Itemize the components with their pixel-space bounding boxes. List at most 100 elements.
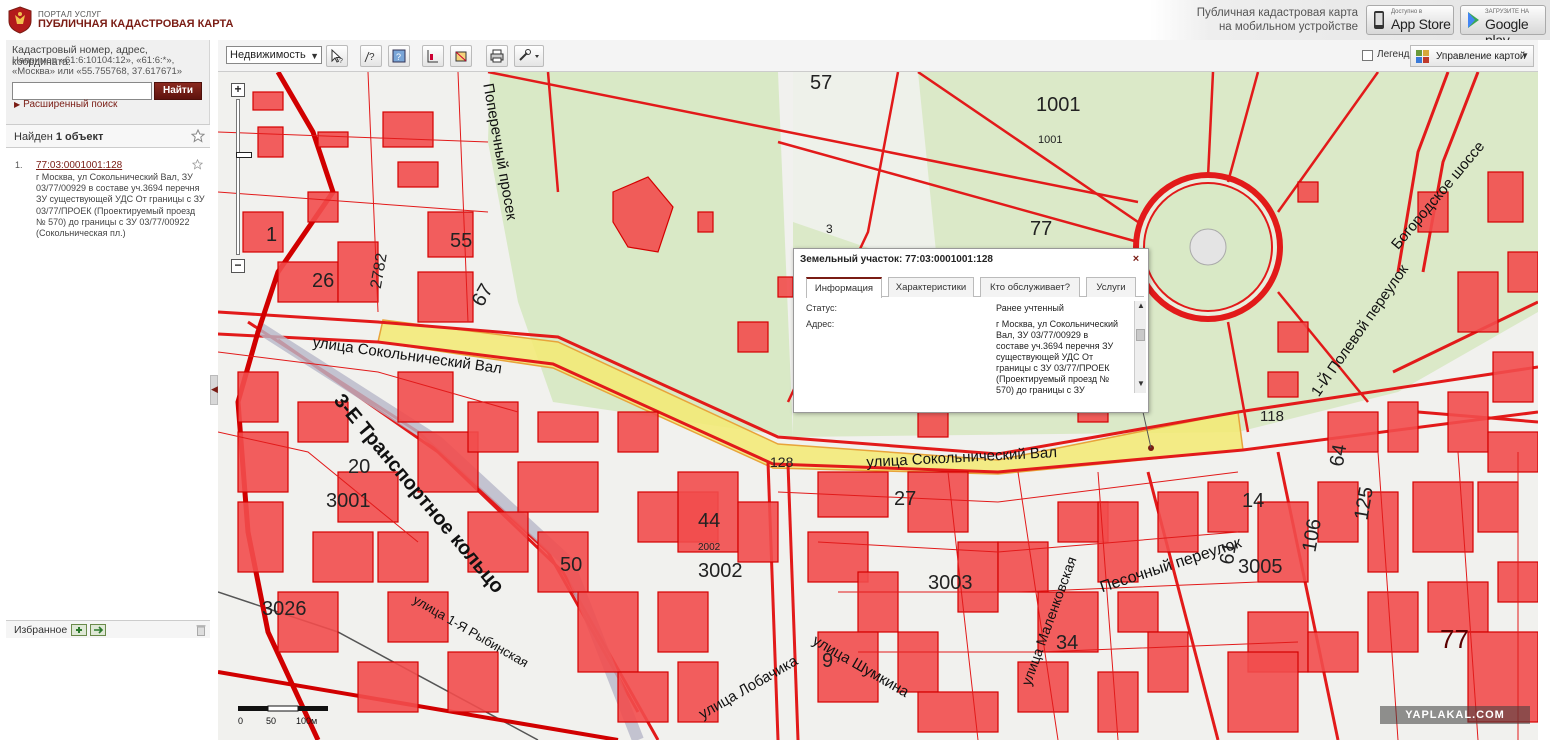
popup-title: Земельный участок: 77:03:0001001:128 xyxy=(800,254,993,265)
appstore-label: App Store xyxy=(1391,16,1451,32)
legend-checkbox[interactable] xyxy=(1362,50,1373,61)
parcel-label: 64 xyxy=(1325,442,1352,469)
svg-text:?: ? xyxy=(396,52,401,62)
status-key: Статус: xyxy=(806,303,837,313)
query-area-button[interactable]: ? xyxy=(388,45,410,67)
chevron-down-icon: ▼ xyxy=(1521,51,1529,60)
tab-services[interactable]: Услуги xyxy=(1086,277,1136,297)
block-number: 3 xyxy=(826,222,833,236)
link-button[interactable] xyxy=(514,45,544,67)
parcel-label: 50 xyxy=(560,554,583,576)
chevron-up-icon[interactable]: ▲ xyxy=(1137,301,1145,310)
favorites-export-icon[interactable] xyxy=(90,624,106,636)
block-number: 3001 xyxy=(326,490,371,512)
parcel-label: 1 xyxy=(266,224,278,246)
star-icon[interactable] xyxy=(191,129,205,143)
block-number: 77 xyxy=(1440,624,1469,654)
favorites-area xyxy=(6,638,210,744)
appstore-button[interactable]: Доступно в App Store xyxy=(1366,5,1454,35)
chevron-down-icon: ▼ xyxy=(310,51,319,61)
map-canvas[interactable]: улица Сокольнический Вал улица Сокольнич… xyxy=(218,72,1538,740)
results-list: 1. 77:03:0001001:128 г Москва, ул Соколь… xyxy=(6,148,210,620)
phone-icon xyxy=(1374,11,1384,29)
site-title[interactable]: ПУБЛИЧНАЯ КАДАСТРОВАЯ КАРТА xyxy=(38,18,233,30)
layer-select[interactable]: Недвижимость ▼ xyxy=(226,46,322,64)
roundabout-center xyxy=(1189,228,1227,266)
coat-of-arms-logo[interactable] xyxy=(6,6,34,34)
appstore-small-label: Доступно в xyxy=(1391,9,1423,15)
query-point-button[interactable]: ? xyxy=(360,45,382,67)
scale-ruler xyxy=(238,705,328,712)
triangle-right-icon: ▶ xyxy=(14,100,21,109)
svg-text:?: ? xyxy=(369,52,375,63)
star-icon[interactable] xyxy=(192,159,203,170)
zoom-in-button[interactable]: + xyxy=(231,83,245,97)
trash-icon[interactable] xyxy=(196,624,206,636)
svg-text:?: ? xyxy=(339,58,343,64)
popup-scrollbar[interactable]: ▲ ▼ xyxy=(1134,301,1146,393)
popup-body: Статус: Ранее учтенный Адрес: г Москва, … xyxy=(806,299,1136,405)
parcel-label: 118 xyxy=(1260,408,1284,425)
select-identify-button[interactable]: ? xyxy=(326,45,348,67)
parcel-label: 26 xyxy=(312,270,335,292)
zoom-slider-thumb[interactable] xyxy=(236,152,252,158)
play-icon xyxy=(1468,12,1479,28)
result-cadastral-link[interactable]: 77:03:0001001:128 xyxy=(36,160,122,171)
scale-label: 50 xyxy=(266,716,277,726)
scale-label: 100м xyxy=(296,716,318,726)
tab-information[interactable]: Информация xyxy=(806,277,882,298)
panel-collapse-handle[interactable]: ◀ xyxy=(210,375,218,405)
chevron-down-icon[interactable]: ▼ xyxy=(1137,379,1145,388)
parcel-label: 128 xyxy=(770,454,794,470)
parcel-label: 27 xyxy=(894,488,917,510)
advanced-search-link[interactable]: ▶ Расширенный поиск xyxy=(14,99,117,110)
block-number: 3003 xyxy=(928,572,973,594)
result-number: 1. xyxy=(15,160,23,170)
layer-select-value: Недвижимость xyxy=(230,49,306,61)
link-icon xyxy=(519,49,539,61)
close-icon[interactable]: × xyxy=(1130,253,1142,265)
advanced-search-label: Расширенный поиск xyxy=(23,99,118,110)
search-hint: Например «61:6:10104:12», «61:6:*», «Мос… xyxy=(12,55,183,77)
address-key: Адрес: xyxy=(806,319,835,329)
zoom-out-button[interactable]: − xyxy=(231,259,245,273)
measure-button[interactable] xyxy=(422,45,444,67)
block-number: 1001 xyxy=(1036,94,1081,116)
scale-bar: 0 50 100м xyxy=(238,704,338,734)
popup-tabs: Информация Характеристики Кто обслуживае… xyxy=(806,277,1144,298)
block-number: 57 xyxy=(810,72,833,94)
mobile-line-2: на мобильном устройстве xyxy=(1218,21,1358,33)
parcel-label: 55 xyxy=(450,230,473,252)
map-toolbar: Недвижимость ▼ ? ? ? Легенда Управление к… xyxy=(218,40,1538,72)
parcel-label: 14 xyxy=(1242,490,1265,512)
googleplay-small-label: ЗАГРУЗИТЕ НА xyxy=(1485,9,1530,15)
ruler-icon xyxy=(427,50,438,63)
area-measure-button[interactable] xyxy=(450,45,472,67)
map-manage-dropdown[interactable]: Управление картой ▼ xyxy=(1410,45,1534,67)
favorites-add-icon[interactable] xyxy=(71,624,87,636)
printer-icon xyxy=(490,49,504,63)
block-number: 3026 xyxy=(262,598,307,620)
area-measure-icon xyxy=(455,51,467,62)
block-number: 3005 xyxy=(1238,556,1283,578)
parcel-info-popup: Земельный участок: 77:03:0001001:128 × И… xyxy=(793,248,1149,413)
block-number: 2002 xyxy=(698,542,721,553)
found-prefix: Найден xyxy=(14,131,56,143)
googleplay-button[interactable]: ЗАГРУЗИТЕ НА Google play xyxy=(1460,5,1546,48)
zoom-slider[interactable] xyxy=(236,99,252,255)
tab-characteristics[interactable]: Характеристики xyxy=(888,277,974,297)
search-input[interactable] xyxy=(12,82,152,100)
mobile-line-1: Публичная кадастровая карта xyxy=(1196,7,1358,19)
mobile-promo-text: Публичная кадастровая карта на мобильном… xyxy=(1190,6,1358,34)
scale-label: 0 xyxy=(238,716,244,726)
found-header: Найден 1 объект xyxy=(6,124,210,148)
address-value: г Москва, ул Сокольнический Вал, ЗУ 03/7… xyxy=(996,319,1119,395)
print-button[interactable] xyxy=(486,45,508,67)
parcel-label: 9 xyxy=(822,650,834,672)
favorites-label: Избранное xyxy=(14,624,68,636)
cursor-query-icon: ? xyxy=(331,48,343,64)
scrollbar-thumb[interactable] xyxy=(1136,329,1145,341)
tab-who-serves[interactable]: Кто обслуживает? xyxy=(980,277,1080,297)
left-panel: Кадастровый номер, адрес, координата: На… xyxy=(6,40,210,744)
find-button[interactable]: Найти xyxy=(154,82,202,100)
